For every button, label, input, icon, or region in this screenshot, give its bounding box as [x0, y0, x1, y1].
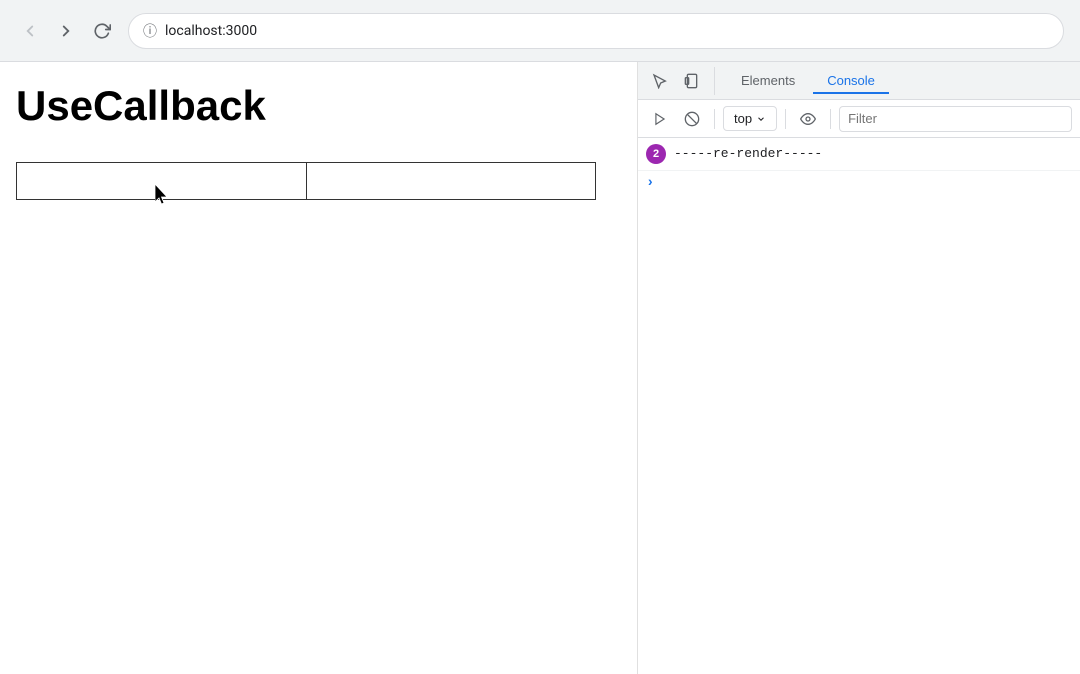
- main-area: UseCallback: [0, 62, 1080, 674]
- console-message-1: 2 -----re-render-----: [638, 138, 1080, 171]
- toolbar-divider-3: [830, 109, 831, 129]
- dropdown-arrow-icon: [756, 114, 766, 124]
- back-button[interactable]: [16, 17, 44, 45]
- run-snippet-button[interactable]: [646, 105, 674, 133]
- clear-console-button[interactable]: [678, 105, 706, 133]
- devtools-panel: Elements Console top: [638, 62, 1080, 674]
- devtools-tabs-bar: Elements Console: [638, 62, 1080, 100]
- devtools-icon-group: [646, 67, 715, 95]
- message-text: -----re-render-----: [674, 144, 822, 164]
- input-field-1[interactable]: [16, 162, 306, 200]
- input-row: [16, 162, 621, 200]
- context-dropdown[interactable]: top: [723, 106, 777, 131]
- reload-button[interactable]: [88, 17, 116, 45]
- device-toolbar-button[interactable]: [678, 67, 706, 95]
- inspect-element-button[interactable]: [646, 67, 674, 95]
- tab-elements[interactable]: Elements: [727, 67, 809, 94]
- expand-arrow-icon: ›: [646, 175, 654, 191]
- toolbar-divider-2: [785, 109, 786, 129]
- address-bar[interactable]: ⓘ localhost:3000: [128, 13, 1064, 49]
- message-count-badge: 2: [646, 144, 666, 164]
- forward-button[interactable]: [52, 17, 80, 45]
- nav-buttons: [16, 17, 116, 45]
- info-icon: ⓘ: [143, 21, 157, 41]
- eye-icon-button[interactable]: [794, 105, 822, 133]
- context-label: top: [734, 111, 752, 126]
- tab-console[interactable]: Console: [813, 67, 889, 94]
- console-messages: 2 -----re-render----- ›: [638, 138, 1080, 674]
- input-field-2[interactable]: [306, 162, 596, 200]
- page-title: UseCallback: [16, 82, 621, 130]
- console-toolbar: top: [638, 100, 1080, 138]
- toolbar-divider: [714, 109, 715, 129]
- filter-input[interactable]: [839, 106, 1072, 132]
- url-display: localhost:3000: [165, 23, 1049, 39]
- console-expandable-row[interactable]: ›: [638, 171, 1080, 195]
- page-content: UseCallback: [0, 62, 638, 674]
- browser-chrome: ⓘ localhost:3000: [0, 0, 1080, 62]
